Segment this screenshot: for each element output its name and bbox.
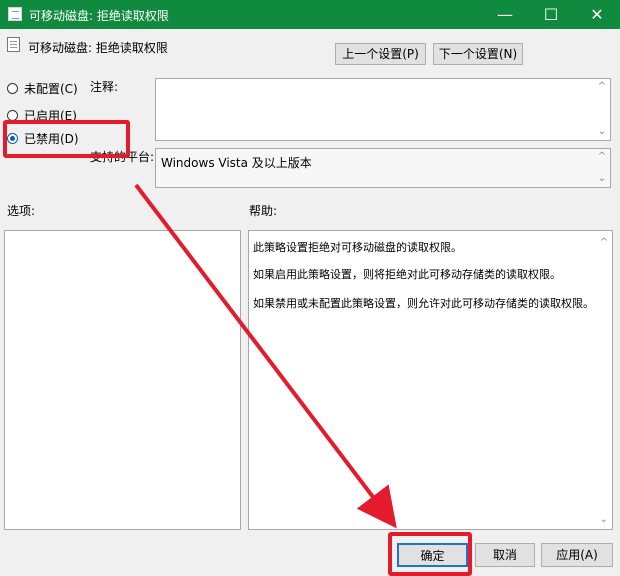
- maximize-icon[interactable]: ☐: [528, 0, 574, 29]
- options-panel: [4, 230, 241, 530]
- cancel-button[interactable]: 取消: [475, 543, 535, 567]
- title-bar: 可移动磁盘: 拒绝读取权限 — ☐ ✕: [0, 0, 620, 29]
- note-textbox[interactable]: ^ ⌄: [155, 78, 611, 141]
- next-setting-button[interactable]: 下一个设置(N): [433, 43, 523, 65]
- chevron-up-icon[interactable]: ^: [600, 237, 608, 248]
- help-line-2: 如果启用此策略设置，则将拒绝对此可移动存储类的读取权限。: [253, 268, 561, 281]
- radio-circle-icon[interactable]: [7, 109, 18, 121]
- radio-circle-icon[interactable]: [7, 82, 18, 94]
- options-label: 选项:: [7, 204, 36, 218]
- supported-platforms-value: Windows Vista 及以上版本: [161, 156, 312, 170]
- chevron-down-icon[interactable]: ⌄: [597, 127, 607, 137]
- window-title: 可移动磁盘: 拒绝读取权限: [29, 9, 169, 23]
- close-icon[interactable]: ✕: [574, 0, 620, 29]
- chevron-up-icon[interactable]: ^: [597, 152, 607, 162]
- chevron-down-icon[interactable]: ⌄: [597, 174, 607, 184]
- radio-not-configured[interactable]: 未配置(C): [7, 79, 78, 97]
- policy-icon: [8, 7, 22, 21]
- help-panel: 此策略设置拒绝对可移动磁盘的读取权限。 如果启用此策略设置，则将拒绝对此可移动存…: [248, 230, 613, 530]
- policy-title: 可移动磁盘: 拒绝读取权限: [28, 41, 168, 55]
- ok-button-highlight: [388, 532, 472, 576]
- help-line-1: 此策略设置拒绝对可移动磁盘的读取权限。: [253, 241, 462, 254]
- help-label: 帮助:: [249, 204, 278, 218]
- apply-button[interactable]: 应用(A): [541, 543, 613, 567]
- help-line-3: 如果禁用或未配置此策略设置，则允许对此可移动存储类的读取权限。: [253, 297, 594, 310]
- previous-setting-button[interactable]: 上一个设置(P): [335, 43, 426, 65]
- document-icon: [7, 37, 20, 52]
- supported-platforms-box[interactable]: Windows Vista 及以上版本 ^ ⌄: [155, 148, 611, 188]
- chevron-down-icon[interactable]: ⌄: [600, 514, 608, 525]
- chevron-up-icon[interactable]: ^: [597, 82, 607, 92]
- radio-label-not-configured: 未配置(C): [24, 81, 78, 96]
- disabled-option-highlight: [3, 120, 130, 158]
- note-label: 注释:: [90, 80, 119, 94]
- minimize-icon[interactable]: —: [482, 0, 528, 29]
